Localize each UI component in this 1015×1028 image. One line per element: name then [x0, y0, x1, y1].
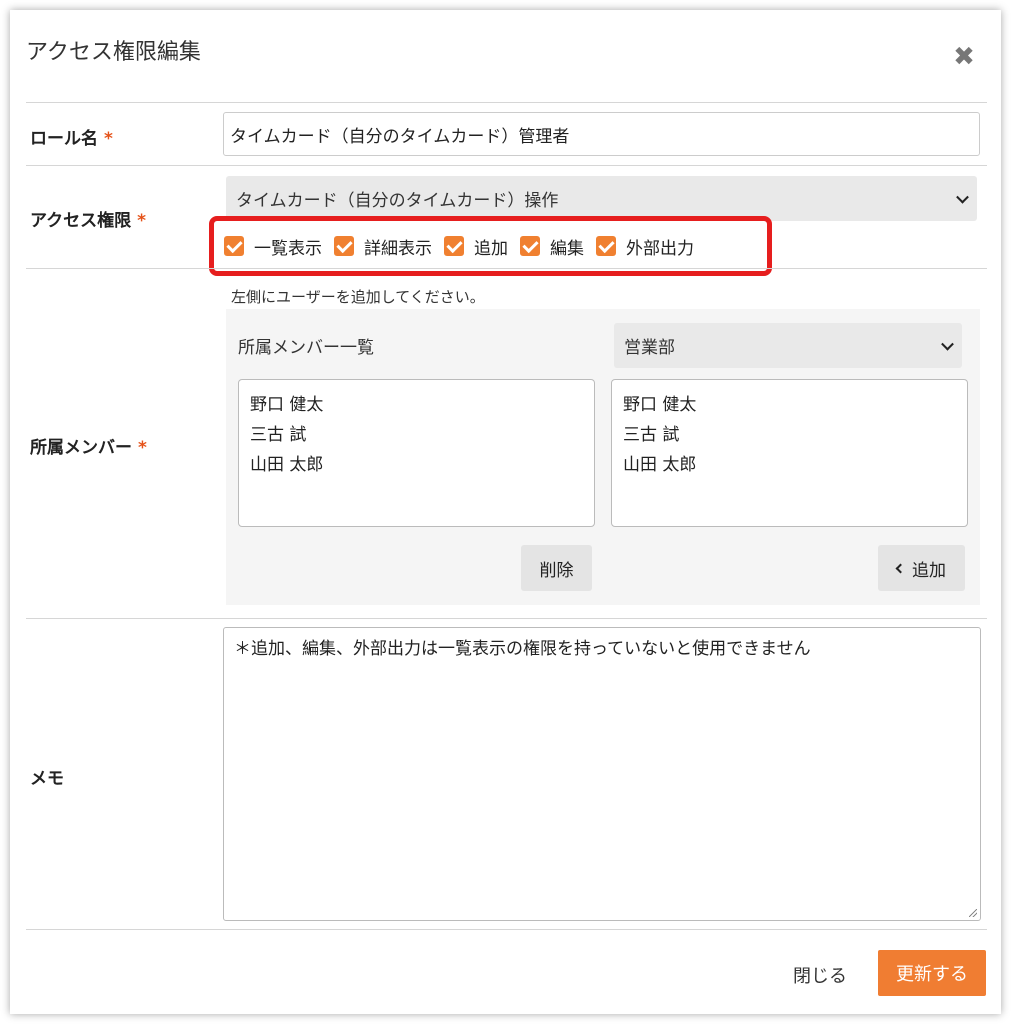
required-mark: * [137, 211, 147, 231]
list-item[interactable]: 三古 試 [250, 420, 583, 450]
add-member-button-label: 追加 [912, 560, 946, 581]
divider [26, 102, 987, 103]
checkbox-label: 一覧表示 [254, 238, 322, 259]
required-mark: * [104, 129, 113, 149]
memo-label-text: メモ [30, 769, 64, 789]
list-item[interactable]: 野口 健太 [250, 390, 583, 420]
checkbox-checked-icon[interactable] [224, 236, 244, 256]
checkbox-checked-icon[interactable] [596, 236, 616, 256]
access-permission-label: アクセス権限 * [30, 206, 146, 231]
permission-checkbox-group: 一覧表示 詳細表示 追加 編集 外部出力 [209, 216, 772, 276]
members-label-text: 所属メンバー [30, 438, 132, 458]
access-edit-dialog: アクセス権限編集 ✖ ロール名* アクセス権限* タイムカード（自分のタイムカー… [10, 10, 1001, 1014]
memo-textarea[interactable]: ＊追加、編集、外部出力は一覧表示の権限を持っていないと使用できません [223, 627, 981, 921]
add-member-button[interactable]: 追加 [878, 545, 965, 591]
checkbox-label: 詳細表示 [364, 238, 432, 259]
resize-handle-icon[interactable] [969, 909, 977, 917]
access-permission-selected: タイムカード（自分のタイムカード）操作 [236, 191, 559, 211]
list-item[interactable]: 三古 試 [623, 420, 956, 450]
member-panel-title: 所属メンバー一覧 [238, 338, 374, 358]
assigned-members-list[interactable]: 野口 健太 三古 試 山田 太郎 [238, 379, 595, 527]
member-panel: 所属メンバー一覧 営業部 野口 健太 三古 試 山田 太郎 野口 健太 三古 試… [226, 309, 980, 605]
department-members-list[interactable]: 野口 健太 三古 試 山田 太郎 [611, 379, 968, 527]
chevron-left-icon [895, 563, 906, 574]
checkbox-checked-icon[interactable] [520, 236, 540, 256]
checkbox-add[interactable]: 追加 [444, 234, 508, 259]
members-hint: 左側にユーザーを追加してください。 [231, 288, 485, 306]
checkbox-export[interactable]: 外部出力 [596, 234, 694, 259]
checkbox-label: 編集 [550, 238, 584, 259]
role-name-input[interactable] [223, 112, 980, 156]
close-icon[interactable]: ✖ [950, 43, 978, 71]
divider [26, 165, 987, 166]
checkbox-detail-view[interactable]: 詳細表示 [334, 234, 432, 259]
list-item[interactable]: 山田 太郎 [250, 450, 583, 480]
checkbox-label: 追加 [474, 238, 508, 259]
list-item[interactable]: 山田 太郎 [623, 450, 956, 480]
close-button[interactable]: 閉じる [793, 962, 847, 988]
divider [26, 618, 987, 619]
memo-label: メモ [30, 764, 64, 789]
members-label: 所属メンバー * [30, 433, 147, 458]
checkbox-checked-icon[interactable] [444, 236, 464, 256]
memo-text: ＊追加、編集、外部出力は一覧表示の権限を持っていないと使用できません [234, 639, 811, 659]
delete-button[interactable]: 削除 [521, 545, 592, 591]
checkbox-label: 外部出力 [626, 238, 694, 259]
role-name-label: ロール名 * [30, 124, 113, 149]
checkbox-checked-icon[interactable] [334, 236, 354, 256]
access-permission-select[interactable]: タイムカード（自分のタイムカード）操作 [226, 176, 977, 221]
list-item[interactable]: 野口 健太 [623, 390, 956, 420]
update-button-label: 更新する [896, 964, 968, 985]
department-select[interactable]: 営業部 [614, 323, 962, 368]
access-permission-label-text: アクセス権限 [30, 211, 132, 231]
role-name-label-text: ロール名 [30, 129, 98, 149]
update-button[interactable]: 更新する [878, 950, 986, 996]
delete-button-label: 削除 [539, 560, 574, 581]
chevron-down-icon [956, 190, 969, 204]
checkbox-list-view[interactable]: 一覧表示 [224, 234, 322, 259]
checkbox-edit[interactable]: 編集 [520, 234, 584, 259]
required-mark: * [138, 438, 147, 458]
chevron-down-icon [941, 337, 954, 351]
divider [26, 929, 987, 930]
dialog-title: アクセス権限編集 [26, 40, 201, 65]
department-selected: 営業部 [624, 338, 675, 358]
divider [26, 268, 987, 269]
